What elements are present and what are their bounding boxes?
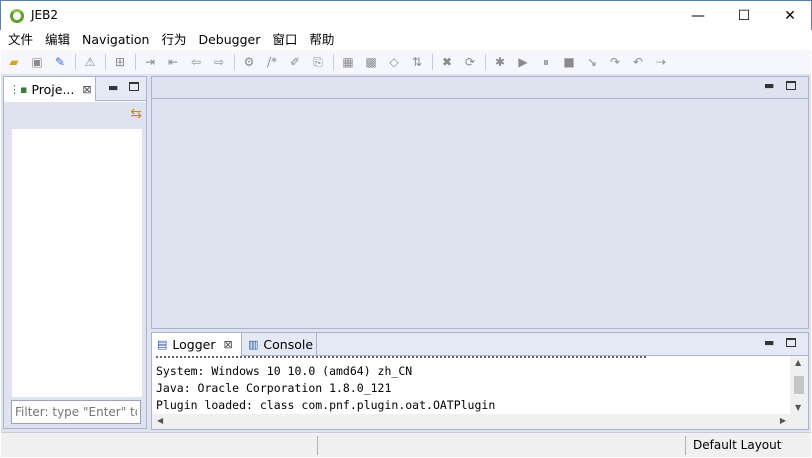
toolbar-separator <box>432 54 433 70</box>
vertical-scrollbar[interactable]: ▲ ▼ <box>790 356 808 414</box>
console-icon: ▥ <box>248 338 259 351</box>
grid-plus-icon[interactable]: ▩ <box>361 52 381 72</box>
maximize-icon[interactable] <box>786 338 796 347</box>
status-separator <box>685 436 686 455</box>
editor-tab-bar: ▬ <box>152 77 808 99</box>
minimize-button[interactable]: — <box>675 1 721 31</box>
toolbar-separator <box>75 54 76 70</box>
minimize-icon[interactable]: ▬ <box>764 79 774 92</box>
project-tree-icon: ⋮▪ <box>9 82 28 96</box>
menu-help[interactable]: 帮助 <box>307 30 340 50</box>
run-to-line-icon[interactable]: ⇢ <box>651 52 671 72</box>
menu-debugger[interactable]: Debugger <box>196 30 266 50</box>
title-bar: JEB2 — ☐ ✕ <box>0 0 812 30</box>
maximize-icon[interactable] <box>129 82 139 91</box>
log-line: Plugin loaded: class com.pnf.plugin.oat.… <box>156 398 496 412</box>
step-return-icon[interactable]: ↶ <box>628 52 648 72</box>
maximize-icon[interactable] <box>786 81 796 90</box>
filter-input[interactable] <box>11 400 141 424</box>
step-into-icon[interactable]: ↘ <box>582 52 602 72</box>
menu-bar: 文件 编辑 Navigation 行为 Debugger 窗口 帮助 <box>1 30 811 50</box>
scroll-up-icon[interactable]: ▲ <box>795 358 801 367</box>
maximize-button[interactable]: ☐ <box>721 1 767 31</box>
logger-panel: ▤ Logger ⊠ ▥ Console ▬ System: Windows 1… <box>151 332 809 430</box>
window-title: JEB2 <box>31 8 58 22</box>
refactor-icon[interactable]: ⚙ <box>239 52 259 72</box>
bottom-tab-bar: ▤ Logger ⊠ ▥ Console ▬ <box>152 333 808 356</box>
toolbar-separator <box>135 54 136 70</box>
scroll-right-icon[interactable]: ▶ <box>780 416 786 425</box>
link-with-editor-icon[interactable]: ⇆ <box>130 106 142 122</box>
close-button[interactable]: ✕ <box>767 1 812 31</box>
layout-status[interactable]: Default Layout <box>693 438 781 452</box>
main-toolbar: ▰ ▣ ✎ ⚠ ⊞ ⇥ ⇤ ⇦ ⇨ ⚙ /* ✐ ⎘ ▦ ▩ ◇ ⇅ ✖ ⟳ ✱… <box>1 50 811 74</box>
navigate-in-icon[interactable]: ⇥ <box>140 52 160 72</box>
comment-icon[interactable]: /* <box>262 52 282 72</box>
menu-navigation[interactable]: Navigation <box>80 30 155 50</box>
toolbar-separator <box>485 54 486 70</box>
project-tree[interactable] <box>12 129 142 397</box>
run-icon[interactable]: ▶ <box>513 52 533 72</box>
menu-action[interactable]: 行为 <box>159 30 192 50</box>
minimize-icon[interactable]: ▬ <box>764 336 774 349</box>
workbench: ⋮▪ Proje... ⊠ ▬ ⇆ ▬ ▤ Logger ⊠ <box>1 74 811 432</box>
logger-tab-label: Logger <box>172 337 216 352</box>
logger-icon: ▤ <box>157 338 168 351</box>
decompile-icon[interactable]: ◇ <box>384 52 404 72</box>
step-over-icon[interactable]: ↷ <box>605 52 625 72</box>
jeb-app-icon <box>10 9 24 23</box>
new-file-icon[interactable]: ⊞ <box>110 52 130 72</box>
toolbar-separator <box>105 54 106 70</box>
stop-icon[interactable]: ■ <box>559 52 579 72</box>
pause-icon[interactable]: ⏸ <box>536 52 556 72</box>
project-tab-bar: ⋮▪ Proje... ⊠ ▬ <box>4 77 146 101</box>
tab-console[interactable]: ▥ Console <box>243 333 317 356</box>
tab-project-explorer[interactable]: ⋮▪ Proje... ⊠ <box>4 77 96 101</box>
menu-window[interactable]: 窗口 <box>270 30 303 50</box>
edit-icon[interactable]: ✐ <box>285 52 305 72</box>
log-line: System: Windows 10 10.0 (amd64) zh_CN <box>156 364 413 378</box>
project-body: ⇆ <box>4 102 146 428</box>
project-explorer-panel: ⋮▪ Proje... ⊠ ▬ ⇆ <box>3 76 147 429</box>
clipped-log-line <box>156 356 646 360</box>
toolbar-separator <box>234 54 235 70</box>
navigate-out-icon[interactable]: ⇤ <box>163 52 183 72</box>
delete-icon[interactable]: ✖ <box>437 52 457 72</box>
forward-icon[interactable]: ⇨ <box>209 52 229 72</box>
wrench-icon[interactable]: ✎ <box>50 52 70 72</box>
scroll-left-icon[interactable]: ◀ <box>157 416 163 425</box>
grid-icon[interactable]: ▦ <box>338 52 358 72</box>
warning-icon[interactable]: ⚠ <box>80 52 100 72</box>
log-line: Java: Oracle Corporation 1.8.0_121 <box>156 381 392 395</box>
open-icon[interactable]: ▰ <box>4 52 24 72</box>
scroll-down-icon[interactable]: ▼ <box>795 403 801 412</box>
log-output[interactable]: System: Windows 10 10.0 (amd64) zh_CN Ja… <box>152 356 788 414</box>
minimize-icon[interactable]: ▬ <box>108 81 118 94</box>
horizontal-scrollbar[interactable]: ◀ ▶ <box>152 414 808 429</box>
save-icon[interactable]: ▣ <box>27 52 47 72</box>
status-separator <box>317 436 318 455</box>
editor-area: ▬ <box>151 76 809 329</box>
project-tab-label: Proje... <box>31 81 75 97</box>
export-icon[interactable]: ⎘ <box>308 52 328 72</box>
parse-icon[interactable]: ⇅ <box>407 52 427 72</box>
menu-edit[interactable]: 编辑 <box>43 30 76 50</box>
status-bar: Default Layout <box>1 432 811 457</box>
tab-logger[interactable]: ▤ Logger ⊠ <box>152 333 242 356</box>
close-icon[interactable]: ⊠ <box>82 83 91 96</box>
sync-icon[interactable]: ⟳ <box>460 52 480 72</box>
scroll-thumb[interactable] <box>794 376 804 394</box>
menu-file[interactable]: 文件 <box>6 30 39 50</box>
console-tab-label: Console <box>263 337 314 352</box>
back-icon[interactable]: ⇦ <box>186 52 206 72</box>
debug-icon[interactable]: ✱ <box>490 52 510 72</box>
close-icon[interactable]: ⊠ <box>224 338 233 351</box>
toolbar-separator <box>333 54 334 70</box>
